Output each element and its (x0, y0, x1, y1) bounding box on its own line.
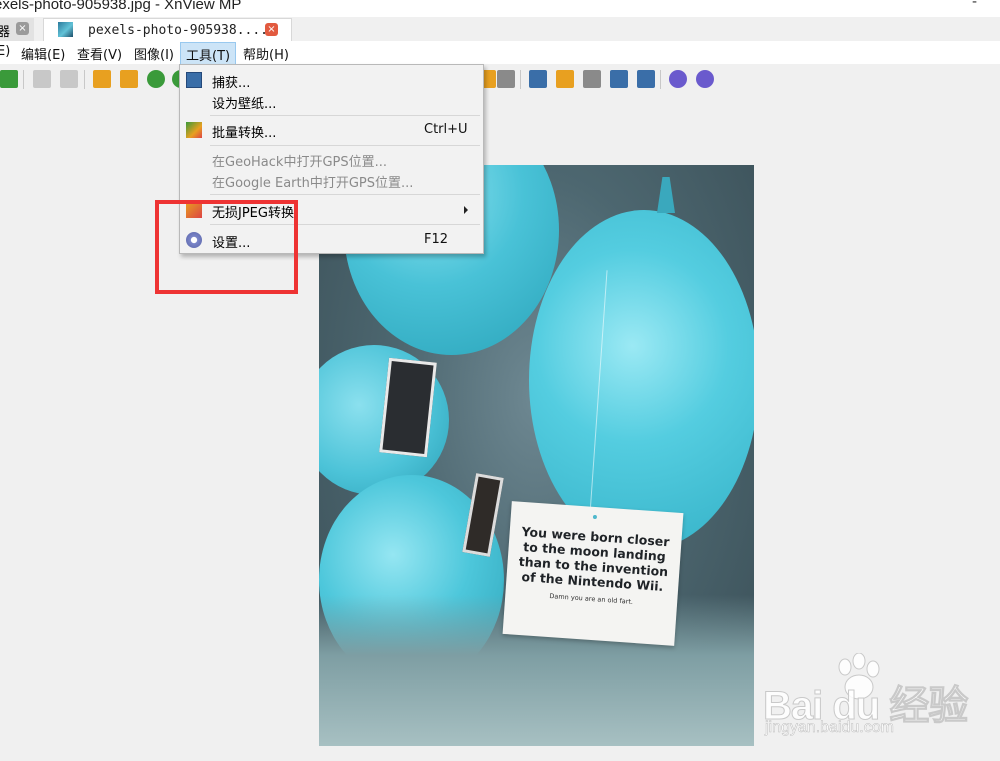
menu-file[interactable]: E) (0, 44, 10, 59)
window-title: exels-photo-905938.jpg - XnView MP (0, 0, 242, 13)
tab-file-close-icon[interactable]: × (265, 23, 278, 36)
menu-item-google-earth[interactable]: 在Google Earth中打开GPS位置... (180, 169, 483, 191)
crop-icon[interactable] (93, 70, 111, 88)
toolbar-separator (660, 70, 661, 89)
fullscreen-icon[interactable] (529, 70, 547, 88)
menu-edit[interactable]: 编辑(E) (21, 44, 65, 63)
tab-file-label: pexels-photo-905938.... (88, 23, 269, 38)
menu-help[interactable]: 帮助(H) (243, 44, 289, 63)
baidu-watermark: Bai du 经验 jingyan.baidu.com (762, 653, 983, 743)
menu-item-label: 在GeoHack中打开GPS位置... (212, 155, 388, 170)
menu-item-batch-convert[interactable]: 批量转换... Ctrl+U (180, 119, 483, 141)
help-icon[interactable] (696, 70, 714, 88)
toolbar-separator (84, 70, 85, 89)
menu-item-capture[interactable]: 捕获... (180, 69, 483, 91)
menu-view[interactable]: 查看(V) (77, 44, 122, 63)
menu-item-label: 捕获... (212, 76, 251, 91)
toolbar (0, 64, 1000, 94)
note-text: You were born closer to the moon landing… (518, 523, 670, 594)
toolbar-separator (23, 70, 24, 89)
toolbar-separator (520, 70, 521, 89)
capture-icon (186, 72, 202, 88)
submenu-arrow-icon (464, 206, 468, 214)
highlight-box (155, 200, 298, 294)
menu-separator (210, 115, 480, 116)
hanging-photo (379, 357, 437, 458)
tab-bar: 器 × pexels-photo-905938.... × (0, 17, 1000, 41)
balloon (529, 210, 754, 550)
menu-item-label: 批量转换... (212, 126, 277, 141)
undo-icon[interactable] (33, 70, 51, 88)
image-file-icon (58, 22, 73, 37)
menu-item-label: 在Google Earth中打开GPS位置... (212, 176, 414, 191)
pin (592, 514, 598, 520)
menu-bar: E) 编辑(E) 查看(V) 图像(I) 工具(T) 帮助(H) (0, 41, 1000, 67)
scanner-icon[interactable] (610, 70, 628, 88)
title-bar: exels-photo-905938.jpg - XnView MP ‑ (0, 0, 1000, 17)
menu-item-geohack[interactable]: 在GeoHack中打开GPS位置... (180, 148, 483, 170)
menu-item-shortcut: F12 (424, 232, 449, 247)
balloon-knot (657, 177, 675, 213)
menu-separator (210, 194, 480, 195)
tab-file[interactable]: pexels-photo-905938.... × (43, 18, 292, 41)
resize-icon[interactable] (120, 70, 138, 88)
info-icon[interactable] (497, 70, 515, 88)
tab-browser-close-icon[interactable]: × (16, 22, 29, 35)
print-icon[interactable] (583, 70, 601, 88)
menu-item-label: 设为壁纸... (212, 97, 277, 112)
menu-item-shortcut: Ctrl+U (424, 122, 468, 137)
watermark-url: jingyan.baidu.com (765, 719, 894, 737)
menu-item-set-wallpaper[interactable]: 设为壁纸... (180, 90, 483, 112)
settings-icon[interactable] (669, 70, 687, 88)
redo-icon[interactable] (60, 70, 78, 88)
batch-convert-icon (186, 122, 202, 138)
wallpaper-icon[interactable] (637, 70, 655, 88)
tab-browser-label: 器 (0, 25, 11, 40)
tab-browser[interactable]: 器 × (0, 18, 34, 41)
save-icon[interactable] (0, 70, 18, 88)
menu-separator (210, 145, 480, 146)
rotate-icon[interactable] (147, 70, 165, 88)
paint-icon[interactable] (556, 70, 574, 88)
minimize-button[interactable]: ‑ (972, 0, 977, 10)
note-card: You were born closer to the moon landing… (502, 501, 684, 646)
menu-image[interactable]: 图像(I) (134, 44, 174, 63)
